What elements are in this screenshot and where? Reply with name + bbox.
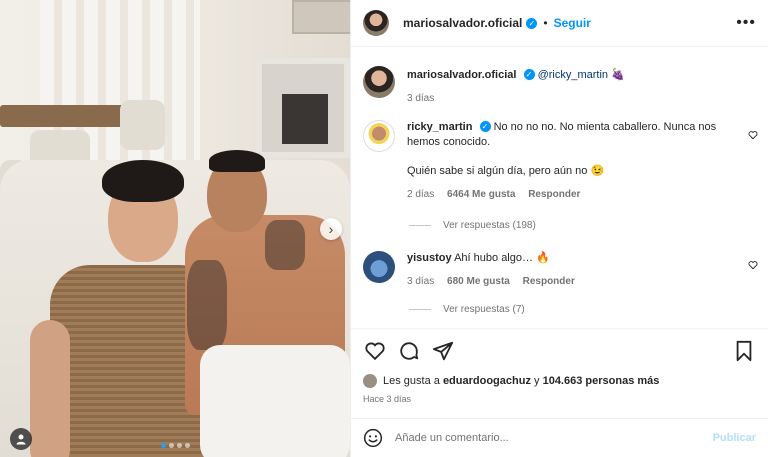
header-separator: • [543,16,548,30]
comment-meta: 3 días 680 Me gusta Responder [407,274,727,289]
bookmark-icon[interactable] [732,339,756,363]
chevron-right-icon: › [328,221,334,237]
tagged-users-button[interactable] [10,428,32,450]
comment-bubble-icon[interactable] [397,339,421,363]
author-username[interactable]: mariosalvador.oficial [403,16,522,30]
post-viewer: › mariosalvador.oficial ✓ • Seguir ••• m… [0,0,768,457]
publish-button[interactable]: Publicar [713,432,756,444]
caption-avatar[interactable] [363,66,395,98]
carousel-dot [177,443,182,448]
comment-heart-icon[interactable] [748,130,758,140]
caption-emoji: 🍇 [611,69,625,81]
photo-wall-frame [292,0,350,34]
photo-fireplace [256,58,350,158]
comment-reply-button[interactable]: Responder [528,189,580,200]
comment-time: 3 días [407,276,435,287]
comments-list[interactable]: mariosalvador.oficial ✓ @ricky_martin 🍇 … [351,46,768,328]
carousel-dot [185,443,190,448]
post-actions-bar [351,328,768,372]
comment-meta: 2 días 6464 Me gusta Responder [407,187,727,202]
comment-like-count[interactable]: 6464 Me gusta [447,189,515,200]
likes-middle: y [534,375,540,387]
likes-prefix: Les gusta a [383,375,440,387]
comment-input[interactable]: Añade un comentario... [395,432,713,444]
comment-like-count[interactable]: 680 Me gusta [447,276,510,287]
likes-count[interactable]: 104.663 personas más [543,375,660,387]
more-horizontal-icon[interactable]: ••• [736,14,756,32]
next-photo-button[interactable]: › [320,218,342,240]
comment-time: 2 días [407,189,435,200]
likes-user[interactable]: eduardoogachuz [443,375,531,387]
carousel-indicator [161,443,190,448]
follow-button[interactable]: Seguir [554,16,591,30]
post-timestamp: Hace 3 días [363,394,412,404]
user-icon [16,434,26,445]
share-send-icon[interactable] [431,339,455,363]
caption-time: 3 días [407,93,435,104]
comment-row: yisustoy Ahí hubo algo… 🔥 3 días 680 Me … [363,251,756,289]
caption-mention[interactable]: @ricky_martin [538,69,608,81]
comment-reply-button[interactable]: Responder [523,276,575,287]
like-heart-icon[interactable] [363,339,387,363]
view-replies-button[interactable]: Ver respuestas (198) [409,220,536,231]
comment-username[interactable]: yisustoy [407,252,452,264]
carousel-dot [161,443,166,448]
view-replies-button[interactable]: Ver respuestas (7) [409,304,525,315]
likes-summary: Les gusta a eduardoogachuz y 104.663 per… [363,374,659,388]
photo-chair [120,100,165,150]
carousel-dot [169,443,174,448]
photo-person-right [175,150,350,457]
post-side-panel: mariosalvador.oficial ✓ • Seguir ••• mar… [350,0,768,457]
caption-row: mariosalvador.oficial ✓ @ricky_martin 🍇 … [363,66,756,106]
caption-username[interactable]: mariosalvador.oficial [407,69,516,81]
verified-badge-icon: ✓ [479,121,491,132]
add-comment-bar: Añade un comentario... Publicar [351,418,768,457]
comment-text-second-line: Quién sabe si algún día, pero aún no 😉 [407,165,605,177]
comment-heart-icon[interactable] [748,260,758,270]
verified-badge-icon: ✓ [523,69,535,80]
author-avatar[interactable] [363,10,389,36]
liker-avatar[interactable] [363,374,377,388]
comment-text: Ahí hubo algo… 🔥 [454,252,550,264]
comment-avatar[interactable] [363,251,395,283]
verified-badge-icon: ✓ [526,17,538,29]
emoji-icon[interactable] [363,428,383,448]
comment-username[interactable]: ricky_martin [407,121,472,133]
comment-row: ricky_martin ✓ No no no no. No mienta ca… [363,120,756,202]
post-photo[interactable]: › [0,0,350,457]
post-header: mariosalvador.oficial ✓ • Seguir ••• [351,0,768,47]
comment-avatar[interactable] [363,120,395,152]
